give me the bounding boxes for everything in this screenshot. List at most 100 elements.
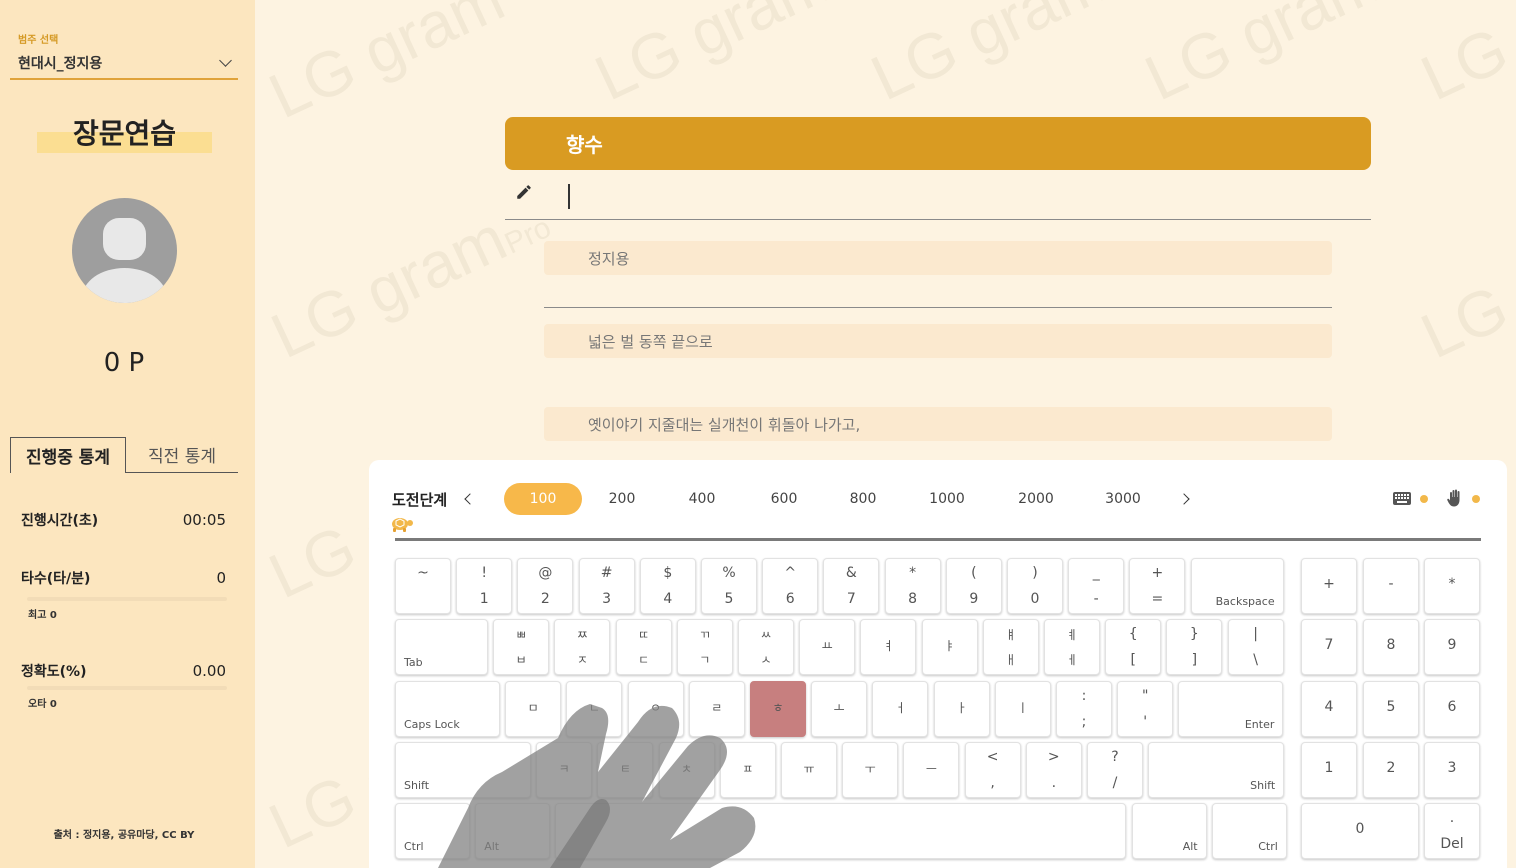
key-ㅒ[interactable]: ㅒㅐ [982, 619, 1039, 675]
key-6[interactable]: 6 [1424, 681, 1480, 737]
key-ctrl[interactable]: Ctrl [1211, 803, 1287, 859]
key--[interactable]: * [1424, 558, 1480, 614]
key-tab[interactable]: Tab [395, 619, 488, 675]
key-base-label: ㄱ [699, 653, 711, 667]
key-4[interactable]: 4 [1301, 681, 1357, 737]
key-ㄴ[interactable]: ㄴ [566, 681, 623, 737]
key-2[interactable]: 2 [1363, 742, 1419, 798]
key-caps-lock[interactable]: Caps Lock [395, 681, 500, 737]
key-shift[interactable]: Shift [395, 742, 531, 798]
key-ㅗ[interactable]: ㅗ [811, 681, 868, 737]
key-ㅏ[interactable]: ㅏ [933, 681, 990, 737]
key-ㅕ[interactable]: ㅕ [860, 619, 917, 675]
stat-time: 진행시간(초) 00:05 [21, 510, 226, 530]
key-ㅊ[interactable]: ㅊ [658, 742, 715, 798]
key--[interactable]: <, [964, 742, 1021, 798]
level-100[interactable]: 100 [504, 483, 582, 515]
key-ㅇ[interactable]: ㅇ [627, 681, 684, 737]
key-ㅁ[interactable]: ㅁ [505, 681, 562, 737]
key-alt[interactable]: Alt [475, 803, 551, 859]
key-8[interactable]: 8 [1363, 619, 1419, 675]
key-shift[interactable]: Shift [1148, 742, 1285, 798]
key-ㅃ[interactable]: ㅃㅂ [493, 619, 550, 675]
key--[interactable]: & 7 [823, 558, 880, 614]
typing-input[interactable] [505, 172, 1371, 220]
keyboard-icon[interactable] [1393, 492, 1411, 505]
key-ㅍ[interactable]: ㅍ [719, 742, 776, 798]
key--[interactable]: " ' [1117, 681, 1174, 737]
key-ㅠ[interactable]: ㅠ [781, 742, 837, 798]
key-ㄸ[interactable]: ㄸㄷ [615, 619, 672, 675]
key--[interactable]: _ - [1068, 558, 1125, 614]
level-3000[interactable]: 3000 [1096, 483, 1150, 515]
key-ㅆ[interactable]: ㅆㅅ [738, 619, 794, 675]
key--[interactable]: #3 [578, 558, 635, 614]
tab-previous-stats[interactable]: 직전 통계 [126, 437, 238, 473]
level-1000[interactable]: 1000 [920, 483, 974, 515]
key-5[interactable]: 5 [1363, 681, 1419, 737]
key-ㄲ[interactable]: ㄲㄱ [676, 619, 733, 675]
key-3[interactable]: 3 [1424, 742, 1480, 798]
key-7[interactable]: 7 [1301, 619, 1357, 675]
key--[interactable]: :; [1056, 681, 1112, 737]
key--[interactable]: @2 [517, 558, 574, 614]
key-shift-label: > [1047, 749, 1060, 765]
key-ㅉ[interactable]: ㅉㅈ [554, 619, 611, 675]
key-ㅡ[interactable]: ㅡ [903, 742, 960, 798]
key-label: 1 [1324, 760, 1334, 776]
level-800[interactable]: 800 [840, 483, 886, 515]
level-600[interactable]: 600 [761, 483, 807, 515]
level-400[interactable]: 400 [679, 483, 725, 515]
key--[interactable]: | \ [1227, 619, 1284, 675]
key--[interactable]: ? / [1087, 742, 1143, 798]
key-ㅑ[interactable]: ㅑ [921, 619, 978, 675]
key--[interactable]: % 5 [701, 558, 757, 614]
hand-icon[interactable] [1447, 489, 1463, 507]
key-label: 2 [1386, 760, 1396, 776]
key--[interactable]: $4 [639, 558, 696, 614]
key-ㅜ[interactable]: ㅜ [842, 742, 899, 798]
key--[interactable]: ~ [395, 558, 451, 614]
key--[interactable]: * 8 [884, 558, 941, 614]
chevron-right-icon[interactable] [1178, 493, 1190, 505]
key--[interactable]: ! 1 [456, 558, 513, 614]
key-label: ㅗ [833, 701, 845, 715]
chevron-left-icon[interactable] [464, 493, 476, 505]
key-enter[interactable]: Enter [1178, 681, 1284, 737]
watermark: LG gram [1410, 0, 1516, 115]
key-alt[interactable]: Alt [1131, 803, 1207, 859]
key-backspace[interactable]: Backspace [1190, 558, 1284, 614]
key-label: Tab [404, 656, 423, 669]
level-2000[interactable]: 2000 [1009, 483, 1063, 515]
key-ㅎ[interactable]: ㅎ [750, 681, 806, 737]
key-label: Ctrl [1258, 840, 1278, 853]
key--[interactable]: - [1363, 558, 1419, 614]
key--[interactable]: }] [1166, 619, 1223, 675]
key-ㅓ[interactable]: ㅓ [872, 681, 929, 737]
key-ctrl[interactable]: Ctrl [395, 803, 470, 859]
key-ㅋ[interactable]: ㅋ [536, 742, 593, 798]
page-title-wrap: 장문연습 [37, 112, 212, 154]
accuracy-bar [27, 686, 227, 690]
key--[interactable]: >. [1025, 742, 1082, 798]
level-200[interactable]: 200 [599, 483, 645, 515]
key-ㄹ[interactable]: ㄹ [688, 681, 745, 737]
key-base-label: 6 [785, 591, 795, 607]
key-ㅌ[interactable]: ㅌ [597, 742, 654, 798]
key--[interactable]: + = [1129, 558, 1186, 614]
category-select[interactable]: 현대시_정지용 [10, 48, 238, 80]
key-ㅖ[interactable]: ㅖㅔ [1044, 619, 1100, 675]
tab-current-stats[interactable]: 진행중 통계 [10, 437, 126, 473]
key--[interactable]: ) 0 [1007, 558, 1063, 614]
key--[interactable]: ^ 6 [762, 558, 819, 614]
key-space[interactable] [555, 803, 1127, 859]
key--[interactable]: . Del [1424, 803, 1480, 859]
key-ㅣ[interactable]: ㅣ [994, 681, 1051, 737]
key--[interactable]: + [1301, 558, 1357, 614]
key-1[interactable]: 1 [1301, 742, 1357, 798]
key-0[interactable]: 0 [1301, 803, 1419, 859]
key--[interactable]: {[ [1105, 619, 1162, 675]
key-9[interactable]: 9 [1424, 619, 1480, 675]
key--[interactable]: (9 [945, 558, 1002, 614]
key-ㅛ[interactable]: ㅛ [799, 619, 856, 675]
